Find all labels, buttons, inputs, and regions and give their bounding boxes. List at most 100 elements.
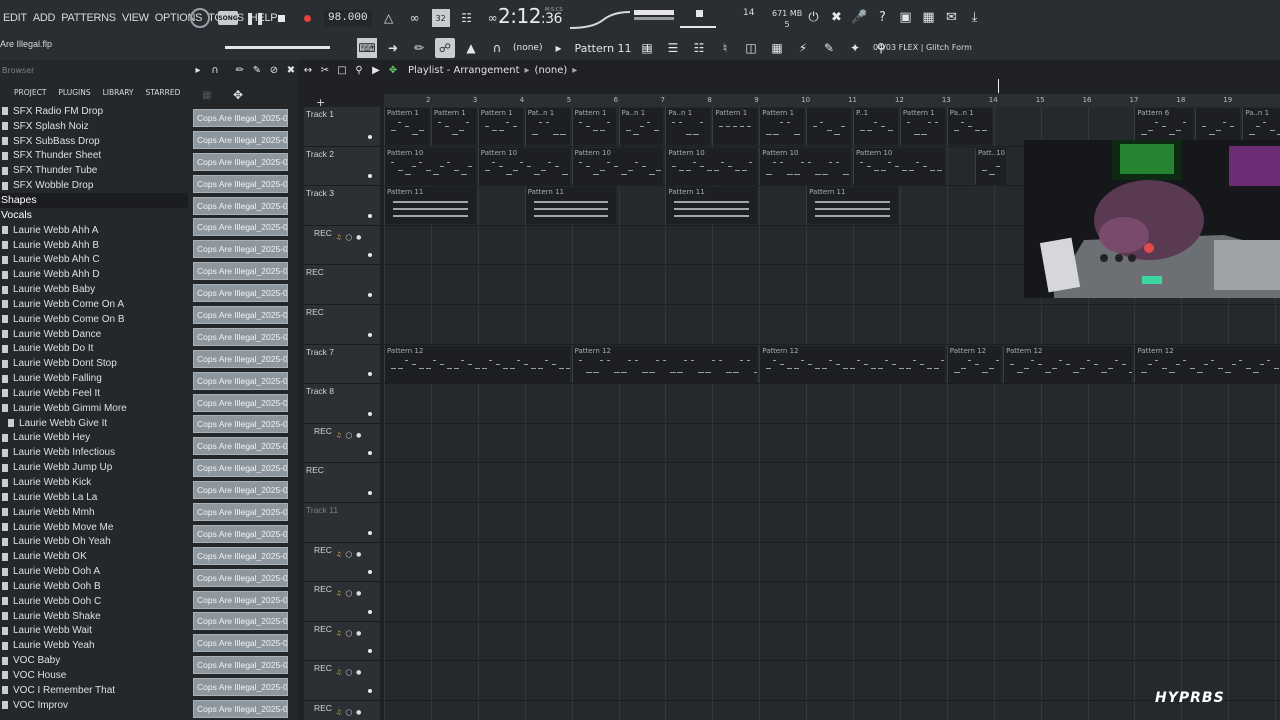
link-icon[interactable]: ☍ bbox=[435, 38, 455, 58]
stamp-icon[interactable]: ▲ bbox=[461, 38, 481, 58]
arrow-right-icon[interactable]: ➜ bbox=[383, 38, 403, 58]
file-icon[interactable]: ▦ bbox=[767, 38, 787, 58]
channel-button[interactable]: Cops Are Illegal_2025-04.. bbox=[193, 590, 288, 609]
rec-controls[interactable]: ♫ ◯ ● bbox=[336, 590, 361, 597]
play-button[interactable]: ❚❚ bbox=[245, 9, 265, 27]
browser-file[interactable]: Laurie Webb Wait bbox=[0, 624, 188, 639]
track-header[interactable]: REC bbox=[304, 265, 380, 305]
track-lane[interactable] bbox=[384, 384, 1280, 424]
browser-file[interactable]: Laurie Webb Oh Yeah bbox=[0, 534, 188, 549]
mute-tool-icon[interactable]: ✖ bbox=[285, 64, 297, 76]
browser-file[interactable]: Laurie Webb Falling bbox=[0, 371, 188, 386]
browser-file[interactable]: VOC Improv bbox=[0, 698, 188, 713]
speaker-icon[interactable]: ♫ bbox=[336, 709, 341, 716]
slice-tool-icon[interactable]: ✂ bbox=[319, 64, 331, 76]
pattern-clip[interactable]: Pattern 10 bbox=[384, 147, 476, 185]
track-header[interactable]: REC ♫ ◯ ● bbox=[304, 582, 380, 622]
slip-tool-icon[interactable]: ↔ bbox=[302, 64, 314, 76]
pattern-clip[interactable] bbox=[806, 108, 851, 145]
channel-rack-icon[interactable]: ☷ bbox=[689, 38, 709, 58]
browser-file[interactable]: Laurie Webb Mmh bbox=[0, 505, 188, 520]
mixer-icon[interactable]: ♮ bbox=[715, 38, 735, 58]
browser-file[interactable]: Laurie Webb Baby bbox=[0, 282, 188, 297]
track-enable-dot[interactable] bbox=[368, 530, 372, 535]
mute-icon[interactable]: ◯ bbox=[345, 709, 352, 716]
browser-file[interactable]: Laurie Webb Ooh B bbox=[0, 579, 188, 594]
track-header[interactable]: REC ♫ ◯ ● bbox=[304, 621, 380, 662]
pattern-clip[interactable]: Pattern 10 bbox=[665, 147, 758, 185]
rec-controls[interactable]: ♫ ◯ ● bbox=[336, 432, 361, 439]
channel-button[interactable]: Cops Are Illegal_2025-04.. bbox=[193, 546, 288, 565]
channel-button[interactable]: Cops Are Illegal_2025-04.. bbox=[193, 240, 288, 259]
pattern-clip[interactable]: Pattern 11 bbox=[384, 187, 476, 225]
browser-file[interactable]: Laurie Webb Come On B bbox=[0, 312, 188, 327]
browser-file[interactable]: VOC House bbox=[0, 668, 188, 683]
track-enable-dot[interactable] bbox=[368, 332, 372, 337]
track-enable-dot[interactable] bbox=[368, 253, 372, 258]
solo-dot-icon[interactable]: ● bbox=[356, 234, 361, 241]
track-lane[interactable] bbox=[384, 622, 1280, 662]
speaker-icon[interactable]: ♫ bbox=[336, 590, 341, 597]
track-enable-dot[interactable] bbox=[368, 174, 372, 179]
pattern-clip[interactable]: Pattern 11 bbox=[806, 187, 898, 225]
channel-button[interactable]: Cops Are Illegal_2025-04.. bbox=[193, 634, 288, 653]
browser-file[interactable]: Laurie Webb OK bbox=[0, 549, 188, 564]
browser-file[interactable]: Laurie Webb Ooh A bbox=[0, 564, 188, 579]
channel-button[interactable]: Cops Are Illegal_2025-04.. bbox=[193, 656, 288, 675]
track-enable-dot[interactable] bbox=[368, 688, 372, 693]
track-header[interactable]: Track 2 bbox=[304, 146, 380, 187]
channel-button[interactable]: Cops Are Illegal_2025-04.. bbox=[193, 459, 288, 478]
channel-button[interactable]: Cops Are Illegal_2025-04.. bbox=[193, 284, 288, 303]
countdown-icon[interactable]: 32 bbox=[431, 9, 450, 27]
pattern-clip[interactable]: Pattern 10 bbox=[853, 147, 945, 185]
rec-controls[interactable]: ♫ ◯ ● bbox=[336, 551, 361, 558]
pattern-clip[interactable]: Pattern 10 bbox=[759, 147, 851, 185]
solo-dot-icon[interactable]: ● bbox=[356, 432, 361, 439]
browser-file[interactable]: Laurie Webb Move Me bbox=[0, 520, 188, 535]
track-header[interactable]: Track 7 bbox=[304, 344, 380, 385]
rec-controls[interactable]: ♫ ◯ ● bbox=[336, 234, 361, 241]
browser-tab-project[interactable]: PROJECT bbox=[14, 88, 46, 97]
browser-file[interactable]: Laurie Webb Feel It bbox=[0, 386, 188, 401]
pattern-selector[interactable]: Pattern 11 bbox=[574, 42, 631, 55]
browser-file[interactable]: Laurie Webb Dance bbox=[0, 327, 188, 342]
track-header[interactable]: REC ♫ ◯ ● bbox=[304, 542, 380, 583]
channel-button[interactable]: Cops Are Illegal_2025-04.. bbox=[193, 130, 288, 149]
pattern-clip[interactable]: Pattern 1 bbox=[384, 108, 429, 145]
channel-button[interactable]: Cops Are Illegal_2025-04.. bbox=[193, 218, 288, 237]
pattern-clip[interactable]: Patt..10 bbox=[974, 147, 1006, 185]
timeline-ruler[interactable]: 2 3 4 5 6 7 8 9 10 11 12 13 14 15 16 17 18 19 bbox=[384, 94, 1280, 108]
channel-button[interactable]: Cops Are Illegal_2025-04.. bbox=[193, 437, 288, 456]
track-lane[interactable] bbox=[384, 463, 1280, 503]
channel-button[interactable]: Cops Are Illegal_2025-04.. bbox=[193, 174, 288, 193]
mute-icon[interactable]: ◯ bbox=[345, 432, 352, 439]
menu-edit[interactable]: EDIT bbox=[0, 12, 30, 24]
channel-button[interactable]: Cops Are Illegal_2025-04.. bbox=[193, 612, 288, 631]
browser-tab-library[interactable]: LIBRARY bbox=[103, 88, 134, 97]
pattern-clip[interactable]: Pattern 10 bbox=[571, 147, 664, 185]
track-lane[interactable] bbox=[384, 305, 1280, 345]
browser-window-icon[interactable]: ◫ bbox=[741, 38, 761, 58]
channel-button[interactable]: Cops Are Illegal_2025-04.. bbox=[193, 152, 288, 171]
browser-file[interactable]: Laurie Webb Infectious bbox=[0, 445, 188, 460]
hint-icon[interactable]: ✦ bbox=[845, 38, 865, 58]
magnet-icon[interactable]: ∩ bbox=[487, 38, 507, 58]
channel-button[interactable]: Cops Are Illegal_2025-04.. bbox=[193, 568, 288, 587]
pattern-clip[interactable]: Pattern 11 bbox=[665, 187, 758, 225]
stop-button[interactable] bbox=[272, 9, 290, 27]
track-enable-dot[interactable] bbox=[368, 649, 372, 654]
channel-button[interactable]: Cops Are Illegal_2025-04.. bbox=[193, 481, 288, 500]
plugin-icon[interactable]: ▦ bbox=[920, 9, 937, 26]
browser-file[interactable]: Laurie Webb Give It bbox=[0, 416, 188, 431]
speaker-icon[interactable]: ♫ bbox=[336, 630, 341, 637]
track-enable-dot[interactable] bbox=[368, 490, 372, 495]
track-enable-dot[interactable] bbox=[368, 570, 372, 575]
track-enable-dot[interactable] bbox=[368, 292, 372, 297]
track-header[interactable]: Track 8 bbox=[304, 384, 380, 424]
track-lane[interactable] bbox=[384, 701, 1280, 720]
pattern-clip[interactable]: Pattern 1 bbox=[571, 108, 617, 145]
browser-folder[interactable]: Vocals bbox=[0, 208, 188, 223]
pattern-clip[interactable]: Pa..n 1 bbox=[665, 108, 711, 145]
browser-file[interactable]: Laurie Webb Ahh B bbox=[0, 238, 188, 253]
browser-file[interactable]: Laurie Webb Hey bbox=[0, 431, 188, 446]
